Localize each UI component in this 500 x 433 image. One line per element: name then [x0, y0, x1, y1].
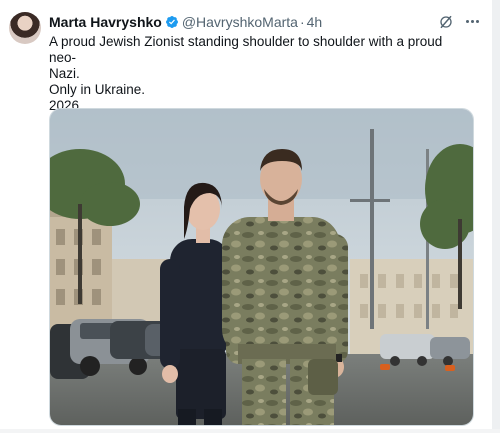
tweet-text-line: Only in Ukraine. [49, 82, 146, 97]
tweet-text-line: A proud Jewish Zionist standing shoulder… [49, 34, 446, 65]
avatar[interactable] [9, 12, 41, 44]
tweet-text-line: Nazi. [49, 66, 80, 81]
display-name[interactable]: Marta Havryshko [49, 14, 162, 30]
tweet-photo[interactable] [49, 108, 474, 426]
bottom-edge [0, 429, 500, 433]
grok-icon[interactable] [438, 14, 454, 30]
handle[interactable]: @HavryshkoMarta [182, 14, 298, 30]
tweet-text: A proud Jewish Zionist standing shoulder… [49, 34, 469, 114]
verified-badge-icon [165, 16, 178, 28]
separator-dot: · [299, 14, 305, 30]
photo-scene [50, 109, 473, 425]
tweet[interactable]: Marta Havryshko @HavryshkoMarta · 4h A p… [0, 0, 500, 433]
timestamp[interactable]: 4h [307, 14, 323, 30]
tweet-header: Marta Havryshko @HavryshkoMarta · 4h [49, 12, 322, 32]
scroll-edge [492, 0, 500, 433]
more-icon[interactable] [462, 12, 482, 30]
